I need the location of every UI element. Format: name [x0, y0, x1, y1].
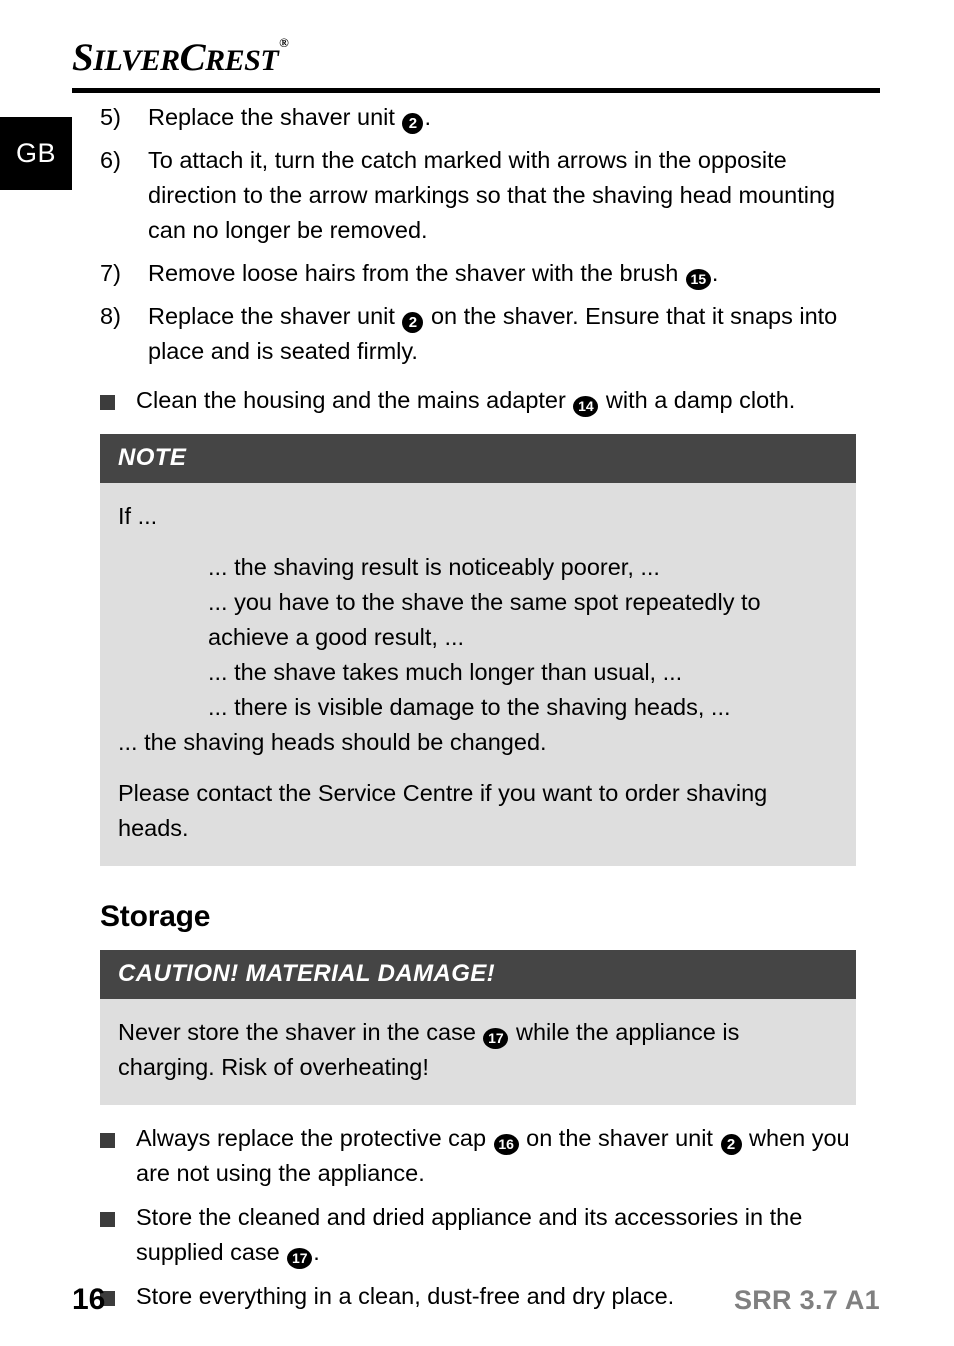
- circled-number-17: 17: [287, 1248, 313, 1269]
- logo-letter-c: C: [179, 36, 206, 79]
- note-conditions: ... the shaving result is noticeably poo…: [118, 550, 836, 725]
- logo-text-rest: REST: [205, 44, 279, 77]
- note-condition-1: ... the shaving result is noticeably poo…: [208, 554, 660, 580]
- list-item: 7) Remove loose hairs from the shaver wi…: [100, 256, 856, 291]
- list-item: Clean the housing and the mains adapter …: [100, 383, 856, 418]
- caution-callout-body: Never store the shaver in the case 17 wh…: [100, 999, 856, 1105]
- step-text: Replace the shaver unit 2 on the shaver.…: [148, 303, 838, 364]
- caution-callout: CAUTION! MATERIAL DAMAGE! Never store th…: [100, 950, 856, 1105]
- list-item: Always replace the protective cap 16 on …: [100, 1121, 856, 1191]
- square-bullet-icon: [100, 1121, 136, 1191]
- caution-callout-heading: CAUTION! MATERIAL DAMAGE!: [100, 950, 856, 999]
- step-marker: 8): [100, 303, 121, 329]
- step-text: To attach it, turn the catch marked with…: [148, 147, 836, 243]
- page-number: 16: [72, 1283, 106, 1316]
- square-bullet-icon: [100, 1200, 136, 1270]
- page-footer: 16 SRR 3.7 A1: [72, 1283, 880, 1317]
- storage-bullet-text: Always replace the protective cap 16 on …: [136, 1125, 850, 1186]
- list-item: 6) To attach it, turn the catch marked w…: [100, 143, 856, 248]
- step-text: Replace the shaver unit 2.: [148, 104, 431, 134]
- note-callout-body: If ... ... the shaving result is noticea…: [100, 483, 856, 866]
- note-condition-2: ... you have to the shave the same spot …: [208, 589, 761, 650]
- silvercrest-logo: SILVERCREST®: [72, 35, 289, 79]
- circled-number-16: 16: [493, 1134, 519, 1155]
- note-intro: If ...: [118, 503, 158, 529]
- logo-text-ilver: ILVER: [93, 44, 180, 77]
- caution-text: Never store the shaver in the case 17 wh…: [118, 1015, 836, 1085]
- clean-housing-text-after: with a damp cloth.: [599, 387, 796, 413]
- list-item: Store the cleaned and dried appliance an…: [100, 1200, 856, 1270]
- header-divider: [72, 88, 880, 93]
- step-text: Remove loose hairs from the shaver with …: [148, 256, 856, 291]
- list-item: 5) Replace the shaver unit 2.: [100, 100, 856, 135]
- square-bullet-icon: [100, 383, 136, 418]
- step-marker: 6): [100, 147, 121, 173]
- language-tab-label: GB: [15, 138, 56, 168]
- step-marker: 5): [100, 104, 121, 130]
- list-item: 8) Replace the shaver unit 2 on the shav…: [100, 299, 856, 369]
- circled-number-2: 2: [720, 1134, 742, 1155]
- circled-number-17: 17: [483, 1028, 509, 1049]
- model-name: SRR 3.7 A1: [733, 1285, 880, 1315]
- circled-number-2: 2: [402, 113, 424, 134]
- circled-number-15: 15: [685, 269, 711, 290]
- note-callout: NOTE If ... ... the shaving result is no…: [100, 434, 856, 866]
- clean-housing-text: Clean the housing and the mains adapter …: [136, 383, 856, 418]
- storage-bullet-text: Store the cleaned and dried appliance an…: [136, 1200, 856, 1270]
- circled-number-2: 2: [402, 312, 424, 333]
- page-title-storage: Storage: [100, 900, 211, 933]
- registered-trademark-icon: ®: [279, 35, 289, 50]
- language-tab-gb: GB: [0, 117, 72, 190]
- step-marker: 7): [100, 260, 121, 286]
- note-condition-3: ... the shave takes much longer than usu…: [208, 659, 683, 685]
- note-callout-heading: NOTE: [100, 434, 856, 483]
- clean-housing-text-before: Clean the housing and the mains adapter: [136, 387, 573, 413]
- note-condition-4: ... there is visible damage to the shavi…: [208, 694, 731, 720]
- caution-text-before: Never store the shaver in the case: [118, 1019, 483, 1045]
- logo-letter-s: S: [72, 36, 94, 79]
- page-content: 5) Replace the shaver unit 2. 6) To atta…: [100, 100, 856, 1323]
- note-service-text: Please contact the Service Centre if you…: [118, 780, 768, 841]
- numbered-step-list: 5) Replace the shaver unit 2. 6) To atta…: [100, 100, 856, 369]
- note-conclusion: ... the shaving heads should be changed.: [118, 729, 547, 755]
- circled-number-14: 14: [573, 396, 599, 417]
